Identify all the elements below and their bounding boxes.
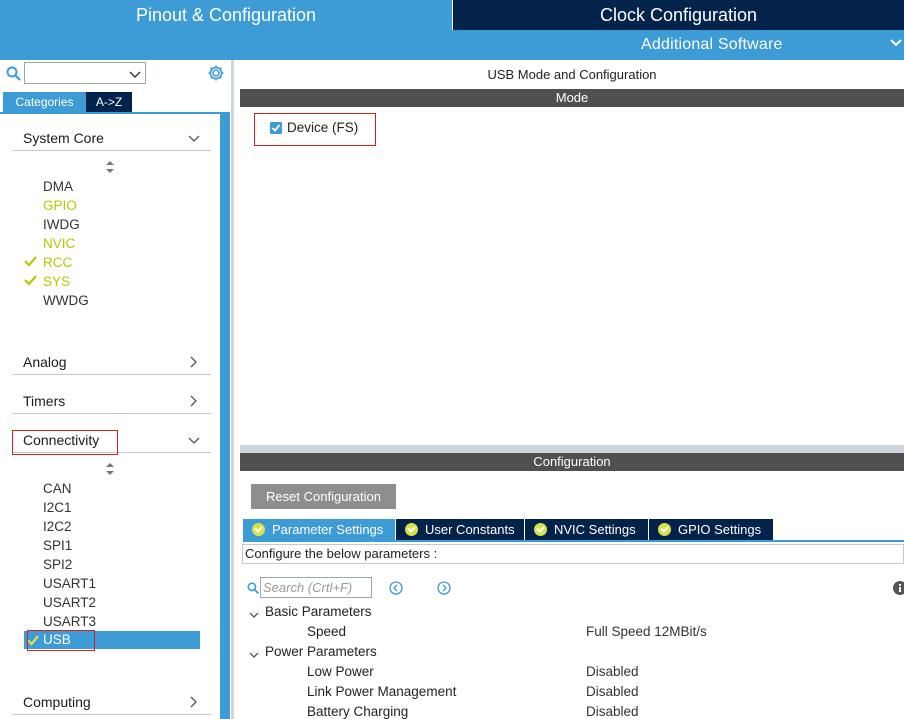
- divider: [0, 112, 220, 114]
- category-label: System Core: [23, 130, 104, 146]
- param-name: Speed: [307, 624, 347, 639]
- tab-clock-configuration[interactable]: Clock Configuration: [453, 0, 904, 30]
- tab-user-constants[interactable]: User Constants: [396, 519, 524, 540]
- chevron-right-icon: [188, 696, 198, 711]
- list-item-nvic[interactable]: NVIC: [43, 234, 75, 253]
- device-fs-checkbox[interactable]: [270, 122, 282, 134]
- list-item-usart2[interactable]: USART2: [43, 593, 96, 612]
- sort-icon[interactable]: [105, 463, 115, 478]
- previous-result-icon[interactable]: [389, 581, 403, 598]
- tab-nvic-settings[interactable]: NVIC Settings: [525, 519, 648, 540]
- list-item-usart3[interactable]: USART3: [43, 612, 96, 631]
- param-value[interactable]: Full Speed 12MBit/s: [586, 622, 707, 642]
- category-system-core[interactable]: System Core: [12, 125, 211, 151]
- param-name: Link Power Management: [307, 684, 457, 699]
- device-fs-label[interactable]: Device (FS): [287, 120, 358, 135]
- additional-software-link[interactable]: Additional Software: [641, 30, 783, 60]
- gear-icon[interactable]: [207, 64, 225, 85]
- list-item-iwdg[interactable]: IWDG: [43, 215, 80, 234]
- tab-label: NVIC Settings: [554, 522, 636, 537]
- list-item-gpio[interactable]: GPIO: [43, 196, 77, 215]
- list-item-dma[interactable]: DMA: [43, 177, 73, 196]
- list-item-can[interactable]: CAN: [43, 479, 72, 498]
- configuration-header: Configuration: [240, 453, 904, 471]
- list-item-usart1[interactable]: USART1: [43, 574, 96, 593]
- param-name: Low Power: [307, 664, 374, 679]
- tab-label: User Constants: [425, 522, 515, 537]
- chevron-right-icon: [188, 395, 198, 410]
- parameter-search-input[interactable]: Search (Crtl+F): [260, 577, 372, 598]
- category-analog[interactable]: Analog: [12, 349, 211, 375]
- additional-software-bar: Additional Software: [0, 30, 904, 60]
- list-item-spi1[interactable]: SPI1: [43, 536, 72, 555]
- reset-configuration-button[interactable]: Reset Configuration: [251, 484, 396, 509]
- category-computing[interactable]: Computing: [12, 689, 211, 715]
- param-value[interactable]: Disabled: [586, 702, 639, 719]
- highlight-box: [27, 630, 95, 651]
- group-basic-parameters[interactable]: Basic Parameters: [265, 602, 372, 622]
- tab-label: Parameter Settings: [272, 522, 384, 537]
- chevron-down-icon: [188, 132, 200, 147]
- list-item-rcc[interactable]: RCC: [43, 253, 72, 272]
- param-value[interactable]: Disabled: [586, 682, 639, 702]
- category-label: Timers: [23, 393, 66, 409]
- left-scrollbar[interactable]: [220, 112, 230, 719]
- panel-splitter[interactable]: [240, 445, 904, 453]
- mode-area: [240, 107, 904, 445]
- panel-title: USB Mode and Configuration: [487, 67, 657, 82]
- chevron-down-icon: [188, 434, 200, 449]
- tab-gpio-settings[interactable]: GPIO Settings: [649, 519, 773, 540]
- categories-tab[interactable]: Categories: [3, 92, 86, 112]
- category-label: Analog: [23, 354, 67, 370]
- list-item-wwdg[interactable]: WWDG: [43, 291, 89, 310]
- divider: [243, 540, 904, 542]
- category-timers[interactable]: Timers: [12, 388, 211, 414]
- tab-parameter-settings[interactable]: Parameter Settings: [243, 519, 395, 540]
- check-icon: [24, 255, 37, 270]
- chevron-down-icon[interactable]: [129, 68, 141, 83]
- check-circle-icon: [658, 523, 671, 536]
- configure-instructions: Configure the below parameters :: [242, 544, 904, 564]
- check-circle-icon: [534, 523, 547, 536]
- mode-header: Mode: [240, 89, 904, 107]
- highlight-box: [12, 430, 118, 455]
- check-circle-icon: [405, 523, 418, 536]
- check-circle-icon: [252, 523, 265, 536]
- category-search-combo[interactable]: [24, 62, 146, 84]
- chevron-down-icon[interactable]: [249, 607, 259, 622]
- chevron-right-icon: [188, 356, 198, 371]
- search-icon: [6, 66, 22, 85]
- tab-label: GPIO Settings: [678, 522, 762, 537]
- param-name: Battery Charging: [307, 704, 409, 719]
- search-icon: [247, 582, 260, 598]
- a-to-z-tab[interactable]: A->Z: [86, 92, 132, 112]
- chevron-down-icon[interactable]: [249, 647, 259, 662]
- list-item-i2c2[interactable]: I2C2: [43, 517, 72, 536]
- sort-icon[interactable]: [105, 161, 115, 176]
- list-item-sys[interactable]: SYS: [43, 272, 70, 291]
- check-icon: [24, 274, 37, 289]
- panel-splitter[interactable]: [231, 60, 234, 719]
- group-power-parameters[interactable]: Power Parameters: [265, 642, 377, 662]
- category-label: Computing: [23, 694, 91, 710]
- tab-pinout-configuration[interactable]: Pinout & Configuration: [0, 0, 452, 30]
- chevron-down-icon[interactable]: [889, 36, 903, 53]
- list-item-i2c1[interactable]: I2C1: [43, 498, 72, 517]
- info-icon[interactable]: [892, 580, 904, 599]
- list-item-spi2[interactable]: SPI2: [43, 555, 72, 574]
- param-value[interactable]: Disabled: [586, 662, 639, 682]
- next-result-icon[interactable]: [437, 581, 451, 598]
